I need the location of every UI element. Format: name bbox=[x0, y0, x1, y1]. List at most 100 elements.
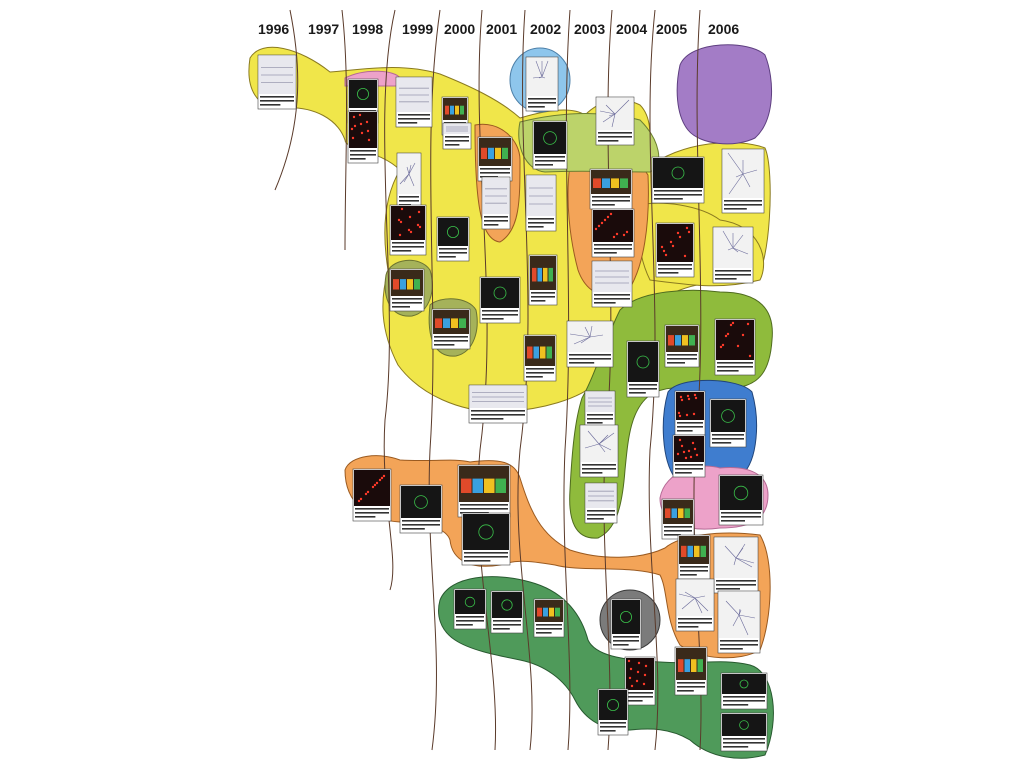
project-card bbox=[655, 222, 695, 278]
card-dot bbox=[416, 223, 420, 227]
card-caption-line bbox=[717, 362, 753, 364]
card-caption-line bbox=[712, 442, 732, 444]
card-swatch bbox=[691, 659, 697, 672]
card-caption-line bbox=[526, 376, 543, 378]
card-caption-line bbox=[678, 622, 712, 624]
card-swatch bbox=[602, 178, 610, 188]
card-caption-line bbox=[680, 566, 708, 568]
card-caption-line bbox=[392, 246, 424, 248]
card-dot bbox=[366, 129, 370, 133]
card-swatch bbox=[527, 346, 533, 359]
card-caption-line bbox=[398, 118, 430, 120]
year-label: 1998 bbox=[352, 21, 383, 37]
card-swatch bbox=[459, 318, 466, 328]
project-card bbox=[624, 656, 656, 706]
project-card bbox=[257, 54, 297, 110]
card-swatch bbox=[400, 279, 406, 290]
card-caption-line bbox=[460, 504, 508, 506]
card-dot bbox=[662, 249, 666, 253]
year-label: 2002 bbox=[530, 21, 561, 37]
card-dot bbox=[367, 138, 371, 142]
card-swatch bbox=[461, 478, 472, 493]
card-caption-line bbox=[535, 160, 565, 162]
card-swatch bbox=[537, 267, 542, 282]
card-caption-line bbox=[598, 136, 632, 138]
card-swatch bbox=[687, 545, 693, 557]
project-card bbox=[436, 216, 470, 262]
project-card bbox=[595, 96, 635, 146]
card-caption-line bbox=[677, 426, 703, 428]
card-dot bbox=[687, 397, 691, 401]
card-swatch bbox=[681, 545, 687, 557]
card-swatch bbox=[533, 346, 539, 359]
card-swatch bbox=[555, 607, 560, 617]
card-caption-line bbox=[531, 292, 555, 294]
card-swatch bbox=[671, 508, 677, 518]
card-swatch bbox=[488, 147, 494, 159]
card-swatch bbox=[697, 659, 703, 672]
card-swatch bbox=[450, 105, 454, 115]
card-dot bbox=[600, 221, 604, 225]
card-caption-line bbox=[582, 472, 603, 474]
card-dot bbox=[691, 441, 695, 445]
card-caption-line bbox=[594, 294, 630, 296]
year-label: 2006 bbox=[708, 21, 739, 37]
project-card bbox=[720, 672, 768, 710]
card-caption-line bbox=[456, 620, 484, 622]
project-card bbox=[528, 254, 558, 306]
card-swatch bbox=[620, 178, 628, 188]
card-caption-line bbox=[402, 520, 440, 522]
card-caption-line bbox=[677, 686, 705, 688]
project-card bbox=[661, 498, 695, 540]
project-card bbox=[468, 384, 528, 424]
card-caption-line bbox=[594, 298, 630, 300]
card-caption-line bbox=[715, 274, 751, 276]
card-caption-line bbox=[724, 204, 762, 206]
project-card bbox=[709, 398, 747, 448]
card-caption-line bbox=[569, 362, 595, 364]
card-swatch bbox=[684, 659, 690, 672]
card-image bbox=[674, 436, 704, 462]
card-image bbox=[711, 400, 745, 432]
card-swatch bbox=[451, 318, 458, 328]
card-caption-line bbox=[402, 528, 425, 530]
project-card bbox=[525, 174, 557, 232]
card-caption-line bbox=[664, 530, 692, 532]
card-swatch bbox=[543, 607, 548, 617]
card-caption-line bbox=[392, 298, 422, 300]
card-caption-line bbox=[715, 278, 737, 280]
year-label: 2003 bbox=[574, 21, 605, 37]
card-swatch bbox=[682, 335, 688, 346]
card-dot bbox=[676, 452, 680, 456]
card-dot bbox=[364, 492, 368, 496]
card-caption-line bbox=[434, 344, 455, 346]
card-caption-line bbox=[664, 526, 692, 528]
card-dot bbox=[678, 235, 682, 239]
card-dot bbox=[351, 136, 355, 140]
card-swatch bbox=[665, 508, 671, 518]
project-card bbox=[584, 482, 618, 524]
card-caption-line bbox=[675, 472, 692, 474]
card-caption-line bbox=[723, 700, 765, 702]
card-caption-line bbox=[629, 388, 657, 390]
card-caption-line bbox=[482, 314, 518, 316]
card-caption-line bbox=[594, 248, 632, 250]
card-dot bbox=[408, 215, 412, 219]
card-dot bbox=[615, 232, 619, 236]
card-dot bbox=[692, 412, 696, 416]
card-caption-line bbox=[629, 384, 657, 386]
card-caption-line bbox=[716, 580, 756, 582]
card-image bbox=[463, 514, 509, 550]
project-card bbox=[389, 268, 425, 312]
card-image bbox=[391, 206, 425, 240]
project-card bbox=[442, 122, 472, 150]
card-swatch bbox=[484, 478, 495, 493]
card-caption-line bbox=[720, 648, 743, 650]
card-caption-line bbox=[721, 520, 745, 522]
card-dot bbox=[678, 414, 682, 418]
card-image bbox=[349, 80, 377, 108]
card-caption-line bbox=[600, 726, 626, 728]
card-dot bbox=[359, 497, 363, 501]
card-dot bbox=[409, 230, 413, 234]
card-dot bbox=[627, 659, 631, 663]
